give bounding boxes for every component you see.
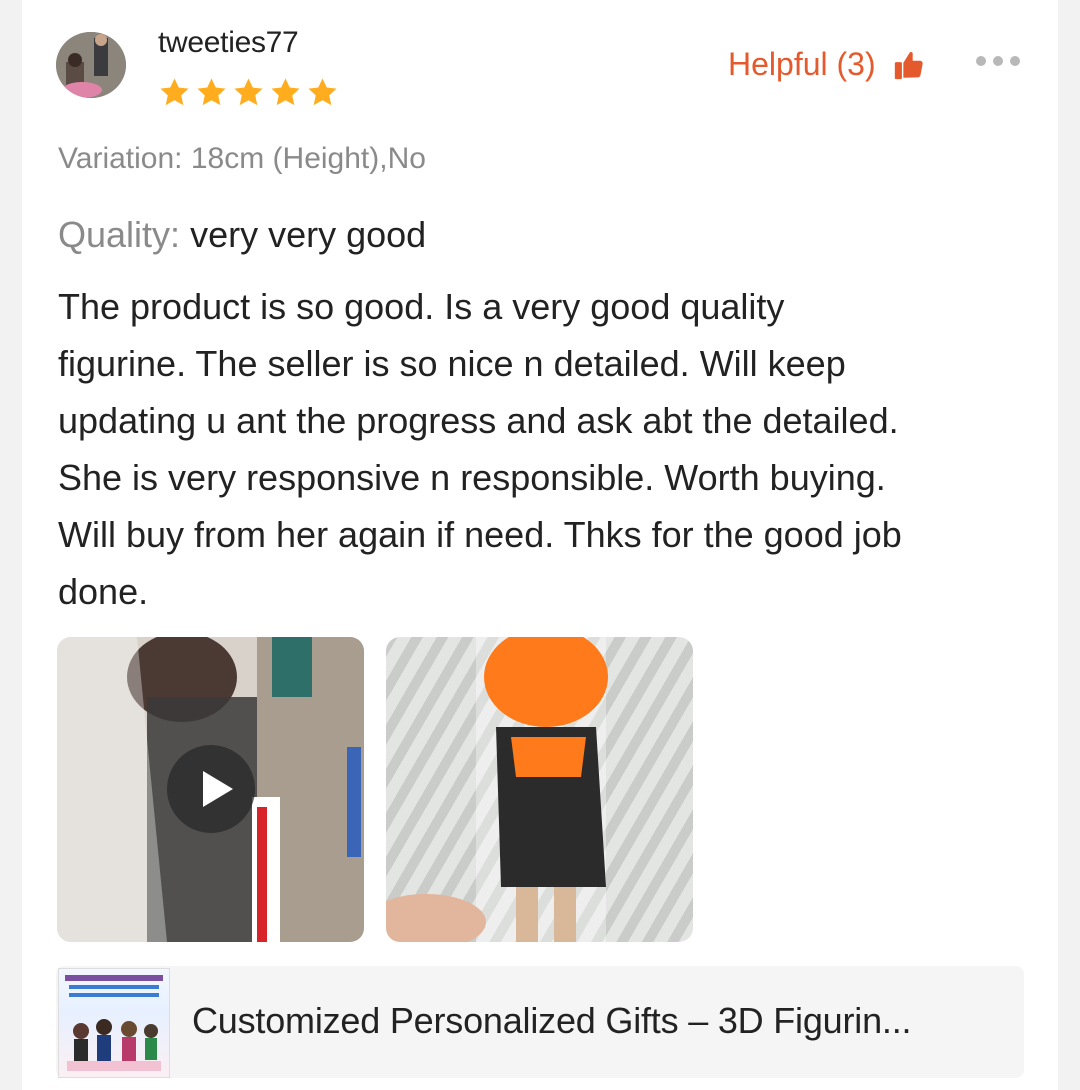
star-icon	[234, 78, 263, 106]
star-icon	[271, 78, 300, 106]
review-line: The product is so good. Is a very good q…	[58, 286, 785, 327]
variation-text: Variation: 18cm (Height),No	[58, 142, 426, 175]
more-dots-icon	[1010, 56, 1020, 66]
star-icon	[308, 78, 337, 106]
username[interactable]: tweeties77	[158, 26, 299, 60]
quality-value: very very good	[190, 214, 427, 255]
more-dots-icon	[993, 56, 1003, 66]
review-line: Will buy from her again if need. Thks fo…	[58, 514, 902, 555]
star-icon	[160, 78, 189, 106]
user-avatar[interactable]	[56, 32, 126, 98]
helpful-button[interactable]: Helpful (3)	[728, 46, 926, 83]
rating-stars	[158, 76, 339, 109]
thumbs-up-icon	[894, 51, 923, 79]
product-title: Customized Personalized Gifts – 3D Figur…	[192, 1000, 912, 1041]
review-line: done.	[58, 571, 149, 612]
product-link[interactable]: Customized Personalized Gifts – 3D Figur…	[56, 966, 1024, 1078]
review-line: She is very responsive n responsible. Wo…	[58, 457, 886, 498]
review-line: updating u ant the progress and ask abt …	[58, 400, 899, 441]
quality-label: Quality:	[58, 214, 181, 255]
more-options-button[interactable]	[976, 56, 1020, 66]
review-video-thumbnail[interactable]	[57, 637, 364, 942]
helpful-label: Helpful (3)	[728, 46, 876, 82]
quality-row: Quality: very very good	[58, 214, 426, 256]
star-icon	[197, 78, 226, 106]
review-line: figurine. The seller is so nice n detail…	[58, 343, 846, 384]
product-thumbnail	[58, 968, 170, 1078]
review-photo-thumbnail[interactable]	[386, 637, 693, 942]
review-text: The product is so good. Is a very good q…	[58, 278, 1018, 620]
play-icon[interactable]	[167, 745, 255, 833]
more-dots-icon	[976, 56, 986, 66]
